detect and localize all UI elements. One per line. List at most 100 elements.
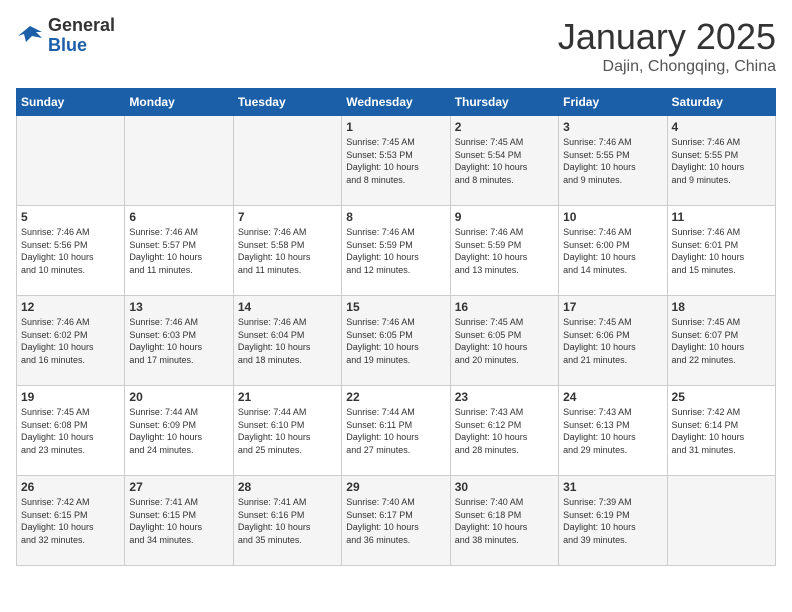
day-info: Sunrise: 7:45 AM Sunset: 6:08 PM Dayligh… <box>21 406 120 456</box>
day-number: 26 <box>21 480 120 494</box>
day-number: 16 <box>455 300 554 314</box>
calendar-cell: 10 Sunrise: 7:46 AM Sunset: 6:00 PM Dayli… <box>559 206 667 296</box>
calendar-cell: 8 Sunrise: 7:46 AM Sunset: 5:59 PM Daylig… <box>342 206 450 296</box>
day-info: Sunrise: 7:46 AM Sunset: 5:59 PM Dayligh… <box>346 226 445 276</box>
title-area: January 2025 Dajin, Chongqing, China <box>558 16 776 76</box>
weekday-header-monday: Monday <box>125 89 233 116</box>
calendar-cell: 15 Sunrise: 7:46 AM Sunset: 6:05 PM Dayli… <box>342 296 450 386</box>
day-info: Sunrise: 7:46 AM Sunset: 5:55 PM Dayligh… <box>672 136 771 186</box>
calendar-cell: 19 Sunrise: 7:45 AM Sunset: 6:08 PM Dayli… <box>17 386 125 476</box>
day-info: Sunrise: 7:43 AM Sunset: 6:12 PM Dayligh… <box>455 406 554 456</box>
day-number: 13 <box>129 300 228 314</box>
day-number: 31 <box>563 480 662 494</box>
day-number: 9 <box>455 210 554 224</box>
calendar-cell: 23 Sunrise: 7:43 AM Sunset: 6:12 PM Dayli… <box>450 386 558 476</box>
day-info: Sunrise: 7:41 AM Sunset: 6:16 PM Dayligh… <box>238 496 337 546</box>
calendar-cell: 22 Sunrise: 7:44 AM Sunset: 6:11 PM Dayli… <box>342 386 450 476</box>
weekday-header-saturday: Saturday <box>667 89 775 116</box>
day-info: Sunrise: 7:46 AM Sunset: 6:04 PM Dayligh… <box>238 316 337 366</box>
day-number: 15 <box>346 300 445 314</box>
day-number: 5 <box>21 210 120 224</box>
calendar-week-5: 26 Sunrise: 7:42 AM Sunset: 6:15 PM Dayli… <box>17 476 776 566</box>
day-info: Sunrise: 7:42 AM Sunset: 6:15 PM Dayligh… <box>21 496 120 546</box>
calendar-cell: 13 Sunrise: 7:46 AM Sunset: 6:03 PM Dayli… <box>125 296 233 386</box>
day-number: 21 <box>238 390 337 404</box>
day-number: 22 <box>346 390 445 404</box>
day-info: Sunrise: 7:45 AM Sunset: 6:05 PM Dayligh… <box>455 316 554 366</box>
day-info: Sunrise: 7:43 AM Sunset: 6:13 PM Dayligh… <box>563 406 662 456</box>
calendar-cell: 2Sunrise: 7:45 AM Sunset: 5:54 PM Daylig… <box>450 116 558 206</box>
calendar-cell: 24 Sunrise: 7:43 AM Sunset: 6:13 PM Dayli… <box>559 386 667 476</box>
day-number: 20 <box>129 390 228 404</box>
day-number: 17 <box>563 300 662 314</box>
calendar-cell: 25Sunrise: 7:42 AM Sunset: 6:14 PM Dayli… <box>667 386 775 476</box>
calendar-cell <box>125 116 233 206</box>
calendar-cell: 6 Sunrise: 7:46 AM Sunset: 5:57 PM Daylig… <box>125 206 233 296</box>
day-number: 4 <box>672 120 771 134</box>
day-info: Sunrise: 7:40 AM Sunset: 6:17 PM Dayligh… <box>346 496 445 546</box>
calendar-week-4: 19 Sunrise: 7:45 AM Sunset: 6:08 PM Dayli… <box>17 386 776 476</box>
day-number: 30 <box>455 480 554 494</box>
calendar-cell <box>233 116 341 206</box>
day-info: Sunrise: 7:46 AM Sunset: 6:02 PM Dayligh… <box>21 316 120 366</box>
weekday-header-row: SundayMondayTuesdayWednesdayThursdayFrid… <box>17 89 776 116</box>
day-number: 6 <box>129 210 228 224</box>
day-info: Sunrise: 7:45 AM Sunset: 6:07 PM Dayligh… <box>672 316 771 366</box>
day-number: 23 <box>455 390 554 404</box>
day-info: Sunrise: 7:46 AM Sunset: 5:58 PM Dayligh… <box>238 226 337 276</box>
logo: General Blue <box>16 16 115 56</box>
calendar-cell: 26 Sunrise: 7:42 AM Sunset: 6:15 PM Dayli… <box>17 476 125 566</box>
day-info: Sunrise: 7:40 AM Sunset: 6:18 PM Dayligh… <box>455 496 554 546</box>
day-info: Sunrise: 7:44 AM Sunset: 6:11 PM Dayligh… <box>346 406 445 456</box>
day-info: Sunrise: 7:45 AM Sunset: 5:54 PM Dayligh… <box>455 136 554 186</box>
calendar-week-2: 5Sunrise: 7:46 AM Sunset: 5:56 PM Daylig… <box>17 206 776 296</box>
calendar-cell: 3 Sunrise: 7:46 AM Sunset: 5:55 PM Daylig… <box>559 116 667 206</box>
day-number: 7 <box>238 210 337 224</box>
calendar-cell: 7 Sunrise: 7:46 AM Sunset: 5:58 PM Daylig… <box>233 206 341 296</box>
day-info: Sunrise: 7:46 AM Sunset: 6:03 PM Dayligh… <box>129 316 228 366</box>
calendar-cell: 21Sunrise: 7:44 AM Sunset: 6:10 PM Dayli… <box>233 386 341 476</box>
day-number: 1 <box>346 120 445 134</box>
day-number: 29 <box>346 480 445 494</box>
day-info: Sunrise: 7:42 AM Sunset: 6:14 PM Dayligh… <box>672 406 771 456</box>
day-info: Sunrise: 7:45 AM Sunset: 5:53 PM Dayligh… <box>346 136 445 186</box>
day-info: Sunrise: 7:46 AM Sunset: 6:00 PM Dayligh… <box>563 226 662 276</box>
weekday-header-friday: Friday <box>559 89 667 116</box>
day-number: 11 <box>672 210 771 224</box>
day-number: 19 <box>21 390 120 404</box>
weekday-header-thursday: Thursday <box>450 89 558 116</box>
day-number: 8 <box>346 210 445 224</box>
weekday-header-tuesday: Tuesday <box>233 89 341 116</box>
day-info: Sunrise: 7:39 AM Sunset: 6:19 PM Dayligh… <box>563 496 662 546</box>
day-number: 27 <box>129 480 228 494</box>
calendar-table: SundayMondayTuesdayWednesdayThursdayFrid… <box>16 88 776 566</box>
calendar-cell: 4 Sunrise: 7:46 AM Sunset: 5:55 PM Daylig… <box>667 116 775 206</box>
day-info: Sunrise: 7:46 AM Sunset: 5:55 PM Dayligh… <box>563 136 662 186</box>
day-info: Sunrise: 7:46 AM Sunset: 6:05 PM Dayligh… <box>346 316 445 366</box>
calendar-cell: 12Sunrise: 7:46 AM Sunset: 6:02 PM Dayli… <box>17 296 125 386</box>
calendar-cell: 9Sunrise: 7:46 AM Sunset: 5:59 PM Daylig… <box>450 206 558 296</box>
day-info: Sunrise: 7:41 AM Sunset: 6:15 PM Dayligh… <box>129 496 228 546</box>
day-number: 14 <box>238 300 337 314</box>
calendar-cell: 17 Sunrise: 7:45 AM Sunset: 6:06 PM Dayli… <box>559 296 667 386</box>
logo-general-text: General <box>48 15 115 35</box>
day-number: 24 <box>563 390 662 404</box>
day-info: Sunrise: 7:44 AM Sunset: 6:09 PM Dayligh… <box>129 406 228 456</box>
day-info: Sunrise: 7:46 AM Sunset: 5:57 PM Dayligh… <box>129 226 228 276</box>
day-info: Sunrise: 7:46 AM Sunset: 6:01 PM Dayligh… <box>672 226 771 276</box>
calendar-cell <box>667 476 775 566</box>
day-info: Sunrise: 7:45 AM Sunset: 6:06 PM Dayligh… <box>563 316 662 366</box>
weekday-header-sunday: Sunday <box>17 89 125 116</box>
calendar-cell: 1 Sunrise: 7:45 AM Sunset: 5:53 PM Daylig… <box>342 116 450 206</box>
calendar-cell: 29 Sunrise: 7:40 AM Sunset: 6:17 PM Dayli… <box>342 476 450 566</box>
calendar-cell: 11 Sunrise: 7:46 AM Sunset: 6:01 PM Dayli… <box>667 206 775 296</box>
calendar-cell: 18Sunrise: 7:45 AM Sunset: 6:07 PM Dayli… <box>667 296 775 386</box>
day-number: 10 <box>563 210 662 224</box>
logo-blue-text: Blue <box>48 35 87 55</box>
calendar-cell: 20 Sunrise: 7:44 AM Sunset: 6:09 PM Dayli… <box>125 386 233 476</box>
calendar-title: January 2025 <box>558 16 776 58</box>
day-number: 3 <box>563 120 662 134</box>
calendar-cell: 28Sunrise: 7:41 AM Sunset: 6:16 PM Dayli… <box>233 476 341 566</box>
logo-icon <box>16 22 44 50</box>
calendar-cell: 27 Sunrise: 7:41 AM Sunset: 6:15 PM Dayli… <box>125 476 233 566</box>
